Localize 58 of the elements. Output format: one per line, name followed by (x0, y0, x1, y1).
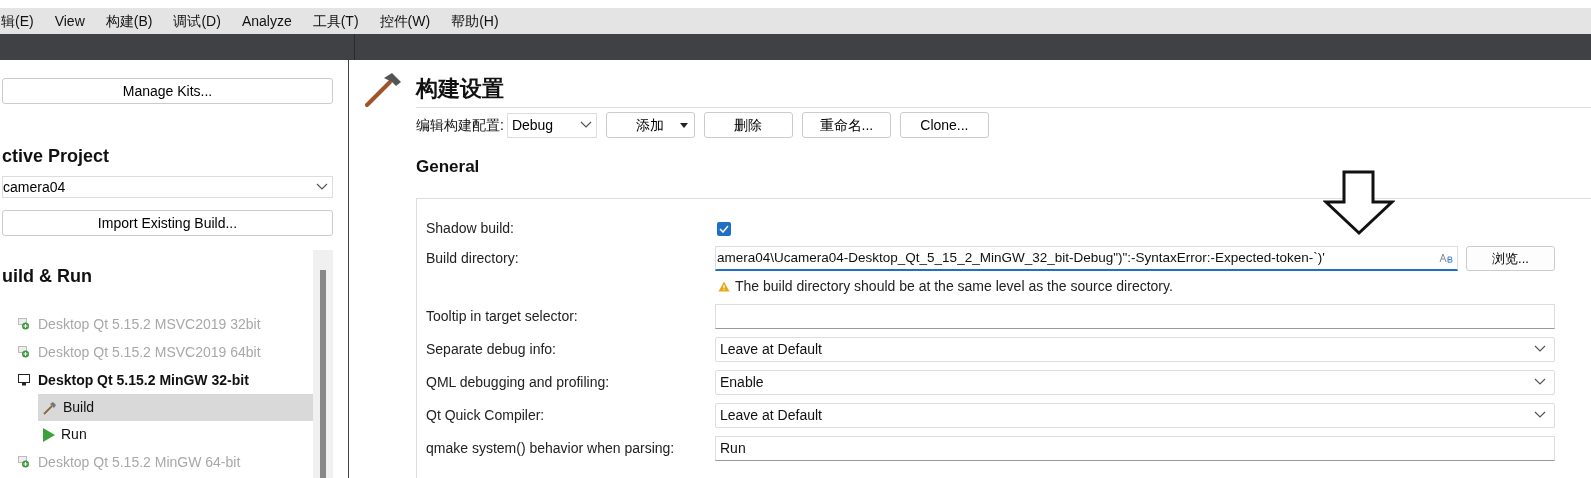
build-directory-field[interactable]: amera04\Ucamera04-Desktop_Qt_5_15_2_MinGW_32_bit-Debug")":-SyntaxError:-Expected-token-`)' (715, 246, 1458, 271)
option-dropdown[interactable]: Leave at Default (715, 402, 1555, 428)
toolbar-button[interactable]: 删除 (703, 112, 793, 138)
dropdown-caret-icon (679, 122, 688, 128)
chevron-down-icon (316, 183, 328, 191)
page-title: 构建设置 (416, 76, 504, 101)
section-heading: ctive Project (2, 145, 111, 168)
variables-icon (1439, 252, 1453, 264)
chevron-down-icon (1534, 345, 1546, 353)
menu-item[interactable]: 控件(W) (379, 10, 431, 32)
text-input-field[interactable] (715, 303, 1555, 329)
warning-icon (718, 281, 730, 292)
menu-item[interactable]: 辑(E) (1, 10, 34, 32)
option-dropdown[interactable]: Enable (715, 369, 1555, 395)
project-dropdown[interactable]: camera04 (2, 176, 333, 198)
text-input-field[interactable]: Run (715, 435, 1555, 461)
kit-item[interactable]: Desktop Qt 5.15.2 MinGW 32-bit (38, 369, 249, 391)
import-build-button[interactable]: Import Existing Build... (2, 210, 333, 236)
kit-step-item[interactable]: Run (38, 421, 313, 448)
field-label: qmake system() behavior when parsing: (426, 438, 676, 458)
section-heading: General (416, 156, 481, 178)
check-icon (719, 224, 729, 233)
hammer-icon (364, 72, 402, 108)
browse-button[interactable]: 浏览... (1466, 246, 1555, 271)
option-dropdown[interactable]: Leave at Default (715, 336, 1555, 362)
add-kit-icon (18, 456, 30, 468)
menu-item[interactable]: 调试(D) (173, 10, 221, 32)
warning-message: The build directory should be at the same level as the source directory. (735, 277, 1173, 296)
chevron-down-icon (1534, 411, 1546, 419)
chevron-down-icon (579, 121, 592, 129)
chevron-down-icon (1534, 378, 1546, 386)
config-dropdown[interactable]: Debug (506, 112, 597, 138)
toolbar-button[interactable]: 添加 (605, 112, 695, 138)
monitor-icon (18, 374, 30, 386)
play-icon (43, 427, 55, 442)
add-kit-icon (18, 346, 30, 358)
field-label: Shadow build: (426, 219, 515, 238)
menu-item[interactable]: 帮助(H) (451, 10, 499, 32)
field-label: QML debugging and profiling: (426, 372, 611, 392)
field-label: Build directory: (426, 249, 520, 268)
toolbar-button[interactable]: Clone... (899, 112, 989, 138)
scrollbar[interactable] (313, 250, 333, 478)
toolbar-button[interactable]: 重命名... (801, 112, 891, 138)
menu-item[interactable]: View (54, 10, 85, 32)
down-arrow-drawing (1323, 170, 1395, 236)
menu-item[interactable]: 构建(B) (105, 10, 153, 32)
manage-kits-button[interactable]: Manage Kits... (2, 78, 333, 104)
kit-step-item[interactable]: Build (38, 394, 313, 421)
menu-item[interactable]: 工具(T) (312, 10, 359, 32)
section-heading: uild & Run (2, 265, 93, 288)
config-label: 编辑构建配置: (416, 115, 504, 135)
field-label: Separate debug info: (426, 339, 557, 359)
field-label: Tooltip in target selector: (426, 306, 579, 326)
field-label: Qt Quick Compiler: (426, 405, 546, 425)
shadow-build-checkbox[interactable] (717, 221, 731, 236)
add-kit-icon (18, 318, 30, 330)
menu-item[interactable]: Analyze (241, 10, 292, 32)
hammer-icon (43, 400, 57, 415)
